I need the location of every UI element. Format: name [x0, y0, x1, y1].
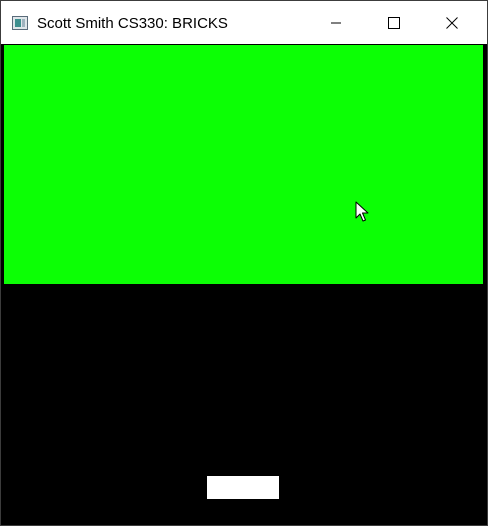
app-window-icon[interactable] — [12, 16, 28, 30]
window-title: Scott Smith CS330: BRICKS — [37, 15, 228, 32]
title-bar[interactable]: Scott Smith CS330: BRICKS — [1, 1, 487, 44]
paddle[interactable] — [207, 476, 279, 499]
mouse-pointer-icon — [355, 201, 369, 222]
close-icon — [446, 16, 458, 29]
minimize-icon — [331, 22, 341, 23]
maximize-button[interactable] — [365, 1, 423, 44]
brick-wall — [4, 45, 483, 284]
close-button[interactable] — [423, 1, 481, 44]
app-window: Scott Smith CS330: BRICKS — [0, 0, 488, 526]
minimize-button[interactable] — [307, 1, 365, 44]
maximize-icon — [388, 16, 400, 29]
game-canvas[interactable] — [3, 44, 485, 524]
